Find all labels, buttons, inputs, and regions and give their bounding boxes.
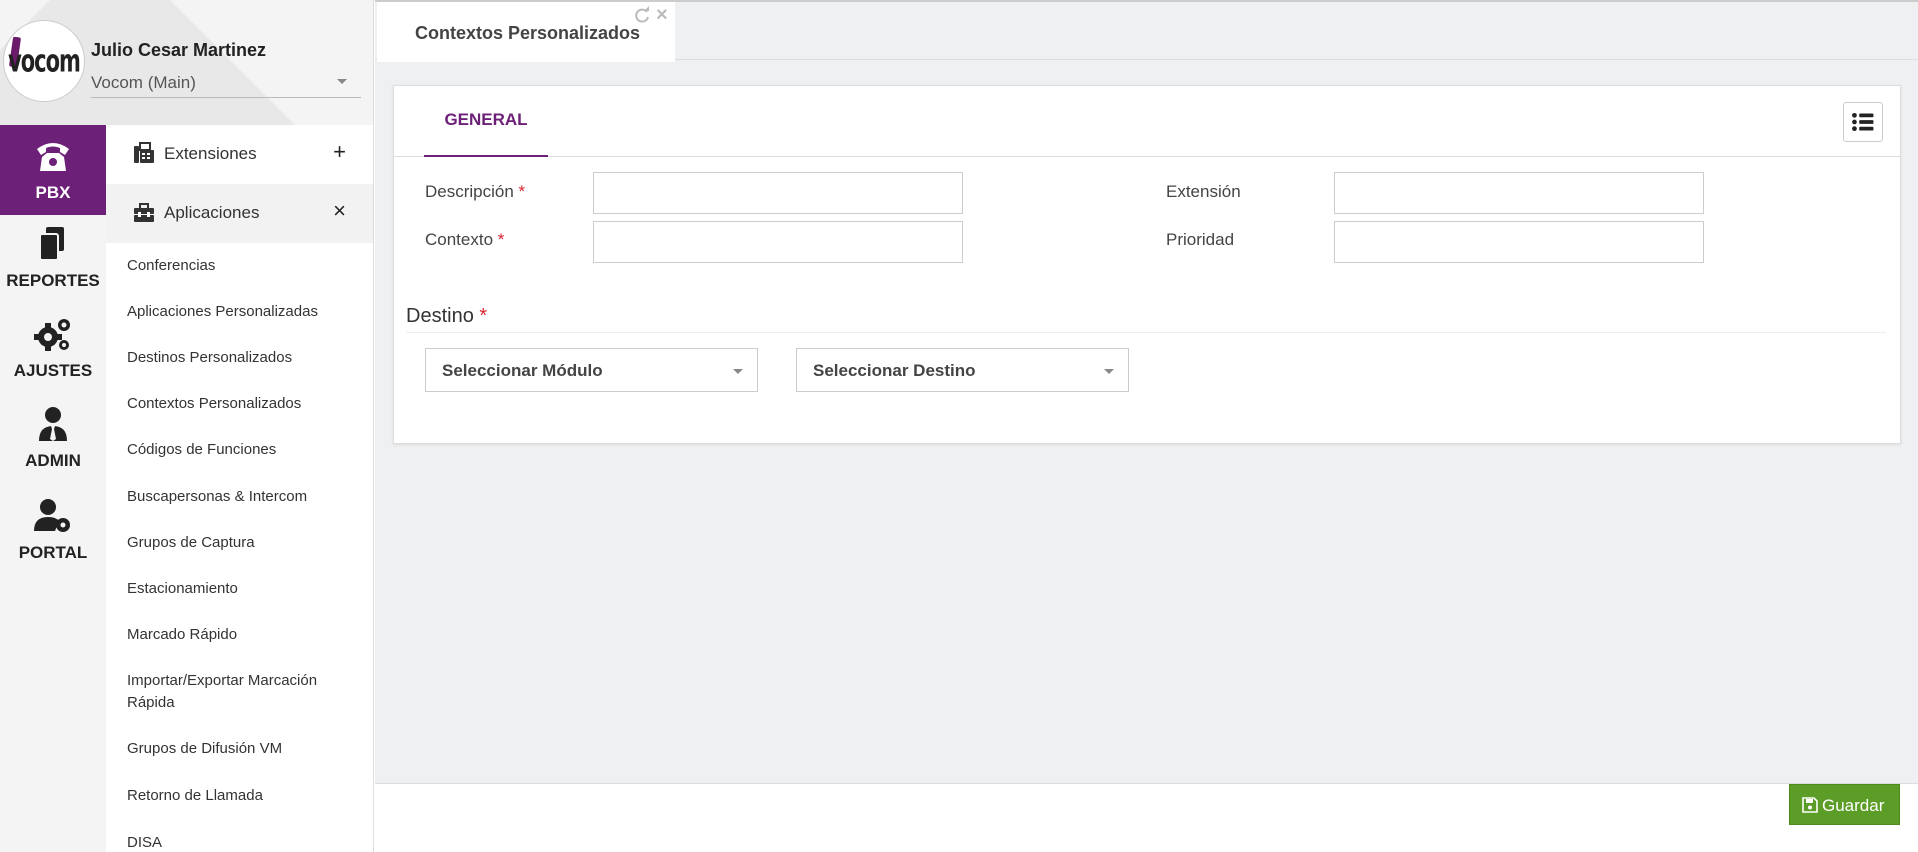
rail-item-ajustes[interactable]: AJUSTES xyxy=(0,303,106,393)
app-menu: Extensiones + Aplicaciones × Conferencia… xyxy=(106,125,373,852)
form-card: GENERAL Descripción * Contexto * Extensi… xyxy=(393,85,1901,444)
user-tie-icon xyxy=(39,407,67,441)
card-tabs: GENERAL xyxy=(394,86,1900,157)
required-marker: * xyxy=(497,230,505,249)
sidebar: vocom Julio Cesar Martinez Vocom (Main) … xyxy=(0,0,374,852)
menu-item-importar-exportar[interactable]: Importar/Exportar Marcación Rápida xyxy=(127,670,357,714)
modulo-select-value: Seleccionar Módulo xyxy=(442,361,603,380)
extension-input[interactable] xyxy=(1334,172,1704,214)
save-label: Guardar xyxy=(1822,796,1885,815)
refresh-icon[interactable] xyxy=(633,6,651,24)
menu-section-aplicaciones[interactable]: Aplicaciones × xyxy=(106,184,373,243)
caret-down-icon xyxy=(733,369,743,374)
rail-label-portal: PORTAL xyxy=(18,543,88,562)
plus-icon[interactable]: + xyxy=(333,139,346,165)
logo-text: vocom xyxy=(8,43,81,79)
user-name: Julio Cesar Martinez xyxy=(91,40,267,60)
avatar[interactable]: vocom xyxy=(3,20,85,102)
menu-item-disa[interactable]: DISA xyxy=(127,832,357,852)
menu-item-grupos-de-captura[interactable]: Grupos de Captura xyxy=(127,532,357,554)
contexto-label: Contexto * xyxy=(425,230,505,249)
organization-value: Vocom (Main) xyxy=(91,73,196,92)
list-button[interactable] xyxy=(1843,102,1883,142)
menu-item-conferencias[interactable]: Conferencias xyxy=(127,255,357,277)
save-button[interactable]: Guardar xyxy=(1789,784,1900,825)
menu-item-destinos-personalizados[interactable]: Destinos Personalizados xyxy=(127,347,357,369)
prioridad-label: Prioridad xyxy=(1166,230,1235,249)
menu-item-grupos-difusion-vm[interactable]: Grupos de Difusión VM xyxy=(127,738,357,760)
divider xyxy=(406,332,1886,333)
close-icon[interactable]: × xyxy=(333,198,346,224)
menu-item-marcado-rapido[interactable]: Marcado Rápido xyxy=(127,624,357,646)
user-gear-icon xyxy=(34,499,70,532)
descripcion-input[interactable] xyxy=(593,172,963,214)
phone-icon xyxy=(37,143,69,171)
icon-rail: PBX REPORTES AJUSTES ADMIN PORTAL xyxy=(0,125,106,852)
destino-select-value: Seleccionar Destino xyxy=(813,361,976,380)
fax-icon xyxy=(134,142,154,163)
menu-section-extensiones[interactable]: Extensiones + xyxy=(106,125,373,184)
rail-label-admin: ADMIN xyxy=(25,451,81,470)
caret-down-icon xyxy=(1104,369,1114,374)
gears-icon xyxy=(34,319,70,351)
menu-item-estacionamiento[interactable]: Estacionamiento xyxy=(127,578,357,600)
rail-item-reportes[interactable]: REPORTES xyxy=(0,213,106,303)
descripcion-label: Descripción * xyxy=(425,182,526,201)
extension-label: Extensión xyxy=(1166,182,1241,201)
caret-down-icon xyxy=(337,79,347,84)
contexto-input[interactable] xyxy=(593,221,963,263)
documents-icon xyxy=(39,227,64,261)
destino-select[interactable]: Seleccionar Destino xyxy=(796,348,1129,392)
rail-item-portal[interactable]: PORTAL xyxy=(0,485,106,575)
tab-bar: Contextos Personalizados × xyxy=(375,0,1918,62)
rail-item-pbx[interactable]: PBX xyxy=(0,125,106,215)
required-marker: * xyxy=(518,182,526,201)
toolbox-icon xyxy=(134,203,154,222)
rail-label-reportes: REPORTES xyxy=(6,271,100,290)
menu-item-retorno-de-llamada[interactable]: Retorno de Llamada xyxy=(127,785,357,807)
rail-label-ajustes: AJUSTES xyxy=(13,361,93,380)
tab-general-label: GENERAL xyxy=(444,110,528,129)
rail-label-pbx: PBX xyxy=(35,183,71,202)
menu-item-buscapersonas-intercom[interactable]: Buscapersonas & Intercom xyxy=(127,486,357,508)
rail-item-admin[interactable]: ADMIN xyxy=(0,393,106,483)
close-icon[interactable]: × xyxy=(656,4,668,27)
user-panel: vocom Julio Cesar Martinez Vocom (Main) xyxy=(0,0,373,125)
menu-item-aplicaciones-personalizadas[interactable]: Aplicaciones Personalizadas xyxy=(127,301,357,323)
tab-general[interactable]: GENERAL xyxy=(424,86,548,157)
menu-item-codigos-de-funciones[interactable]: Códigos de Funciones xyxy=(127,439,357,461)
main-content: Contextos Personalizados × GENERAL Descr… xyxy=(375,0,1918,852)
list-icon xyxy=(1852,112,1874,132)
tab-contextos-personalizados[interactable]: Contextos Personalizados × xyxy=(377,2,675,62)
required-marker: * xyxy=(479,305,488,327)
destino-heading: Destino * xyxy=(406,305,488,327)
tab-title: Contextos Personalizados xyxy=(415,23,641,43)
organization-select[interactable]: Vocom (Main) xyxy=(91,70,361,98)
menu-section-label: Aplicaciones xyxy=(164,203,260,222)
modulo-select[interactable]: Seleccionar Módulo xyxy=(425,348,758,392)
menu-section-label: Extensiones xyxy=(164,144,257,163)
floppy-icon xyxy=(1802,797,1818,813)
footer-bar xyxy=(375,783,1918,852)
prioridad-input[interactable] xyxy=(1334,221,1704,263)
menu-item-contextos-personalizados[interactable]: Contextos Personalizados xyxy=(127,393,357,415)
